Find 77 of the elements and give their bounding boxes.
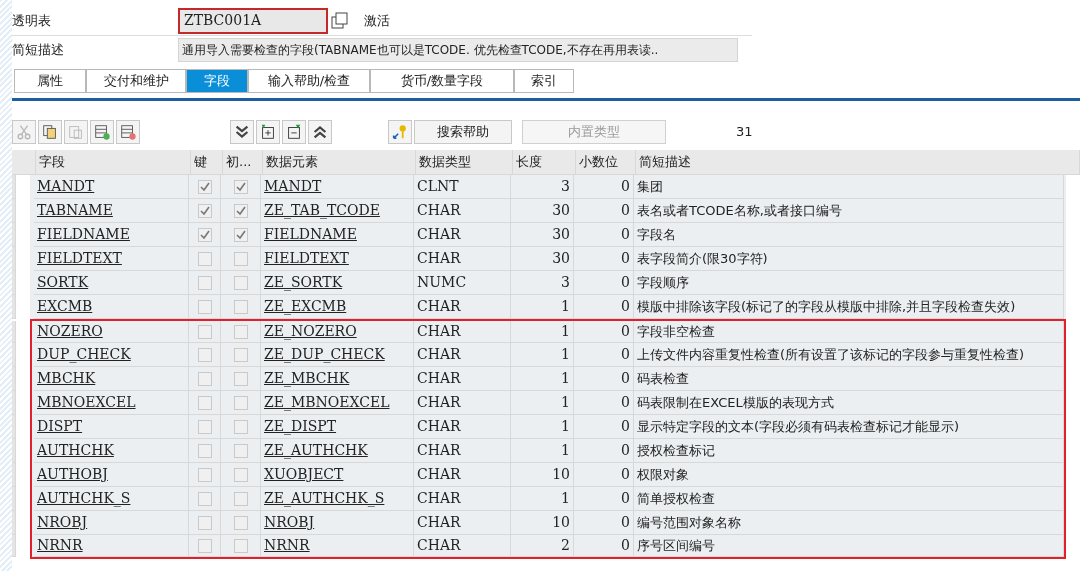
tab[interactable]: 货币/数量字段 [370,69,514,93]
row-count: 31 [736,123,753,142]
checkbox[interactable] [197,203,212,218]
checkbox[interactable] [197,467,212,482]
checkbox[interactable] [197,347,212,362]
checkbox[interactable] [197,491,212,506]
row-selector[interactable] [12,343,16,367]
field-name-link[interactable]: NRNR [34,535,189,557]
key-icon [391,123,409,141]
status-text: 激活 [364,11,390,30]
checkbox[interactable] [197,515,212,530]
copy-icon[interactable] [38,120,62,144]
checkbox[interactable] [233,324,248,339]
data-element-link[interactable]: NRNR [261,535,414,557]
checkbox[interactable] [233,299,248,314]
checkbox[interactable] [197,251,212,266]
row-selector[interactable] [12,199,16,223]
checkbox[interactable] [197,538,212,553]
checkbox[interactable] [233,395,248,410]
row-selector[interactable] [12,391,16,415]
checkbox[interactable] [197,443,212,458]
table-cell: 2 [511,535,574,557]
copy-icon[interactable] [330,10,350,31]
row-selector[interactable] [12,511,16,535]
tab[interactable]: 交付和维护 [86,69,186,93]
table-name-field[interactable]: ZTBC001A [178,7,328,34]
checkbox[interactable] [233,538,248,553]
row-selector[interactable] [12,247,16,271]
tab[interactable]: 字段 [186,69,248,93]
checkbox[interactable] [197,275,212,290]
checkbox[interactable] [233,203,248,218]
row-selector[interactable] [12,321,16,343]
row-selector[interactable] [12,439,16,463]
row-selector[interactable] [12,487,16,511]
checkbox[interactable] [197,179,212,194]
checkbox[interactable] [197,371,212,386]
checkbox[interactable] [233,515,248,530]
delete-row-icon[interactable] [116,120,140,144]
row-selector[interactable] [12,463,16,487]
checkbox[interactable] [197,419,212,434]
description-label: 简短描述 [12,41,65,60]
checkbox[interactable] [233,371,248,386]
checkbox[interactable] [233,347,248,362]
box-plus-icon[interactable] [256,120,280,144]
checkbox[interactable] [233,467,248,482]
checkbox[interactable] [233,419,248,434]
search-help-button[interactable]: 搜索帮助 [414,120,512,144]
checkbox[interactable] [197,395,212,410]
insert-row-icon[interactable] [90,120,114,144]
double-chevron-down-icon[interactable] [230,120,254,144]
checkbox[interactable] [233,491,248,506]
double-chevron-up-icon[interactable] [308,120,332,144]
tab[interactable]: 输入帮助/检查 [248,69,370,93]
row-selector[interactable] [12,295,16,319]
checkbox[interactable] [197,227,212,242]
table-cell: 序号区间编号 [634,535,1064,557]
checkbox[interactable] [233,179,248,194]
box-minus-icon[interactable] [282,120,306,144]
row-selector[interactable] [12,535,16,557]
row-selector[interactable] [12,271,16,295]
key-button[interactable] [388,120,412,144]
row-selector[interactable] [12,415,16,439]
checkbox[interactable] [197,299,212,314]
description-field[interactable]: 通用导入需要检查的字段(TABNAME也可以是TCODE. 优先检查TCODE,不存在再用表读.. [178,38,738,62]
checkbox[interactable] [233,275,248,290]
row-selector[interactable] [12,175,16,199]
checkbox[interactable] [233,227,248,242]
table-cell: 0 [574,535,634,557]
checkbox[interactable] [233,251,248,266]
tab[interactable]: 索引 [514,69,574,93]
tab[interactable]: 属性 [14,69,86,93]
table-label: 透明表 [12,11,52,30]
row-selector[interactable] [12,367,16,391]
table-cell: CHAR [414,535,511,557]
row-selector[interactable] [12,223,16,247]
checkbox[interactable] [233,443,248,458]
checkbox[interactable] [197,324,212,339]
